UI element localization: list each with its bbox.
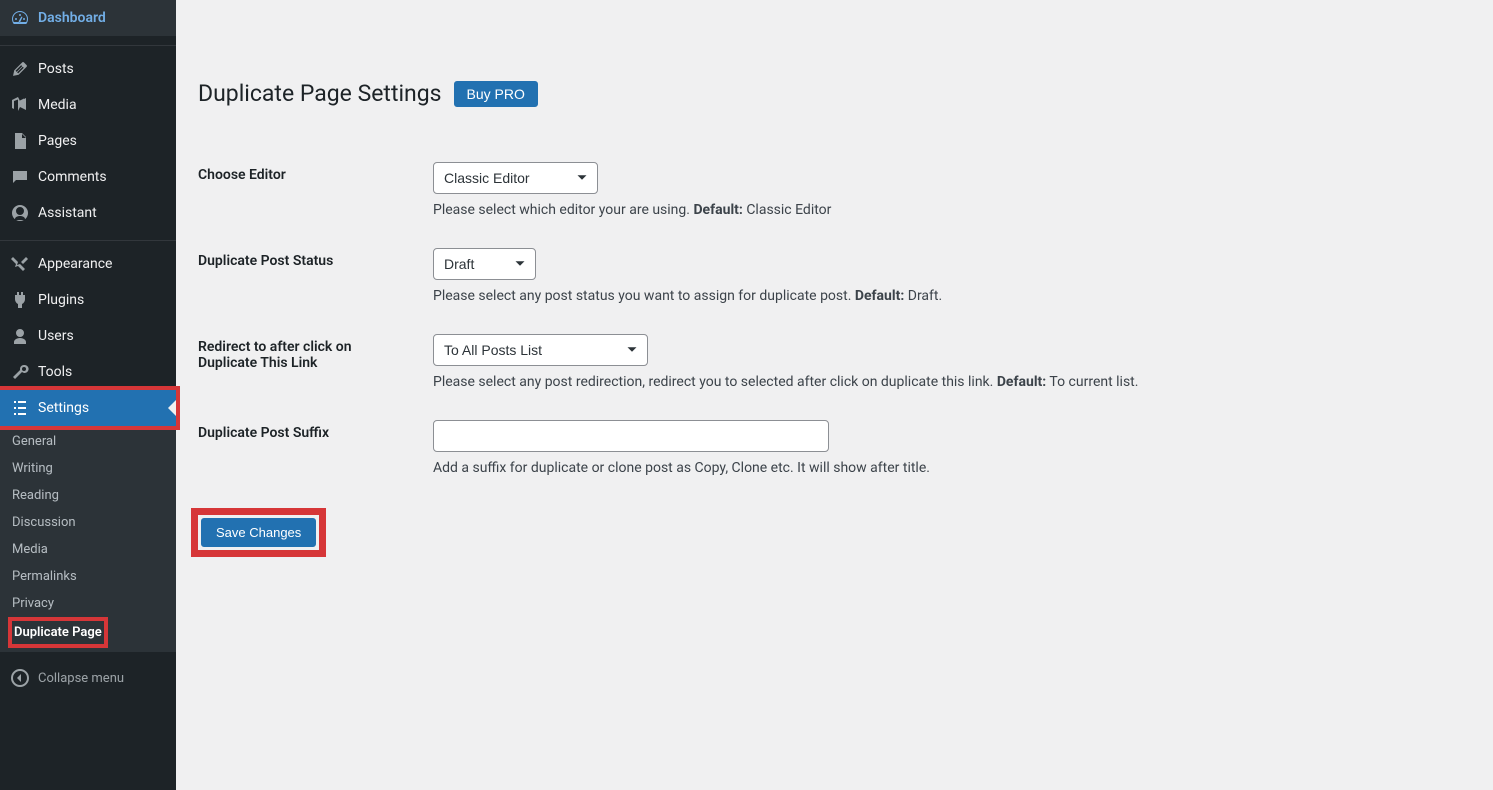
sidebar-separator <box>0 41 176 46</box>
sidebar-item-settings[interactable]: Settings <box>0 390 176 426</box>
editor-select[interactable]: Classic Editor <box>433 162 598 194</box>
label-redirect: Redirect to after click on Duplicate Thi… <box>198 319 423 405</box>
sub-item-media[interactable]: Media <box>0 536 176 563</box>
sub-item-privacy[interactable]: Privacy <box>0 590 176 617</box>
comments-icon <box>10 167 30 187</box>
sub-item-permalinks[interactable]: Permalinks <box>0 563 176 590</box>
posts-icon <box>10 59 30 79</box>
redirect-description: Please select any post redirection, redi… <box>433 374 1461 390</box>
tools-icon <box>10 362 30 382</box>
sidebar-item-comments[interactable]: Comments <box>0 159 176 195</box>
sub-item-reading[interactable]: Reading <box>0 482 176 509</box>
collapse-icon <box>10 668 30 688</box>
settings-icon <box>10 398 30 418</box>
settings-form-table: Choose Editor Classic Editor Please sele… <box>198 147 1471 491</box>
plugins-icon <box>10 290 30 310</box>
suffix-description: Add a suffix for duplicate or clone post… <box>433 460 1461 476</box>
collapse-label: Collapse menu <box>38 671 124 686</box>
editor-description: Please select which editor your are usin… <box>433 202 1461 218</box>
collapse-menu[interactable]: Collapse menu <box>0 660 176 696</box>
row-editor: Choose Editor Classic Editor Please sele… <box>198 147 1471 233</box>
sidebar-item-label: Tools <box>38 364 72 380</box>
users-icon <box>10 326 30 346</box>
status-select[interactable]: Draft <box>433 248 536 280</box>
main-content: Duplicate Page Settings Buy PRO Choose E… <box>176 0 1493 790</box>
active-arrow-icon <box>168 400 176 416</box>
sidebar-item-appearance[interactable]: Appearance <box>0 246 176 282</box>
pages-icon <box>10 131 30 151</box>
sidebar-item-label: Media <box>38 97 77 113</box>
suffix-input[interactable] <box>433 420 829 452</box>
sub-item-discussion[interactable]: Discussion <box>0 509 176 536</box>
sidebar-item-tools[interactable]: Tools <box>0 354 176 390</box>
sidebar-item-label: Comments <box>38 169 107 185</box>
sidebar-separator <box>0 236 176 241</box>
sidebar-item-label: Appearance <box>38 256 112 272</box>
sub-item-general[interactable]: General <box>0 426 176 455</box>
sidebar-item-pages[interactable]: Pages <box>0 123 176 159</box>
media-icon <box>10 95 30 115</box>
dashboard-icon <box>10 8 30 28</box>
sidebar-item-posts[interactable]: Posts <box>0 51 176 87</box>
appearance-icon <box>10 254 30 274</box>
sidebar-item-users[interactable]: Users <box>0 318 176 354</box>
sidebar-item-label: Users <box>38 328 74 344</box>
row-redirect: Redirect to after click on Duplicate Thi… <box>198 319 1471 405</box>
sub-item-writing[interactable]: Writing <box>0 455 176 482</box>
page-title: Duplicate Page Settings <box>198 80 442 107</box>
label-status: Duplicate Post Status <box>198 233 423 319</box>
save-changes-button[interactable]: Save Changes <box>201 518 316 547</box>
page-header: Duplicate Page Settings Buy PRO <box>198 20 1471 127</box>
sub-item-duplicate-page[interactable]: Duplicate Page <box>12 621 104 644</box>
status-description: Please select any post status you want t… <box>433 288 1461 304</box>
row-suffix: Duplicate Post Suffix Add a suffix for d… <box>198 405 1471 491</box>
sidebar-item-label: Pages <box>38 133 77 149</box>
assistant-icon <box>10 203 30 223</box>
sidebar-item-label: Plugins <box>38 292 84 308</box>
sidebar-item-label: Posts <box>38 61 74 77</box>
admin-sidebar: Dashboard Posts Media Pages Comments Ass… <box>0 0 176 790</box>
label-editor: Choose Editor <box>198 147 423 233</box>
sidebar-item-label: Dashboard <box>38 10 106 26</box>
sidebar-item-label: Assistant <box>38 205 97 221</box>
sidebar-item-plugins[interactable]: Plugins <box>0 282 176 318</box>
save-row: Save Changes <box>198 515 1471 550</box>
redirect-select[interactable]: To All Posts List <box>433 334 648 366</box>
row-status: Duplicate Post Status Draft Please selec… <box>198 233 1471 319</box>
sidebar-item-label: Settings <box>38 400 89 416</box>
sidebar-item-media[interactable]: Media <box>0 87 176 123</box>
sidebar-item-dashboard[interactable]: Dashboard <box>0 0 176 36</box>
sidebar-item-assistant[interactable]: Assistant <box>0 195 176 231</box>
buy-pro-button[interactable]: Buy PRO <box>454 81 538 107</box>
label-suffix: Duplicate Post Suffix <box>198 405 423 491</box>
settings-submenu: General Writing Reading Discussion Media… <box>0 426 176 652</box>
